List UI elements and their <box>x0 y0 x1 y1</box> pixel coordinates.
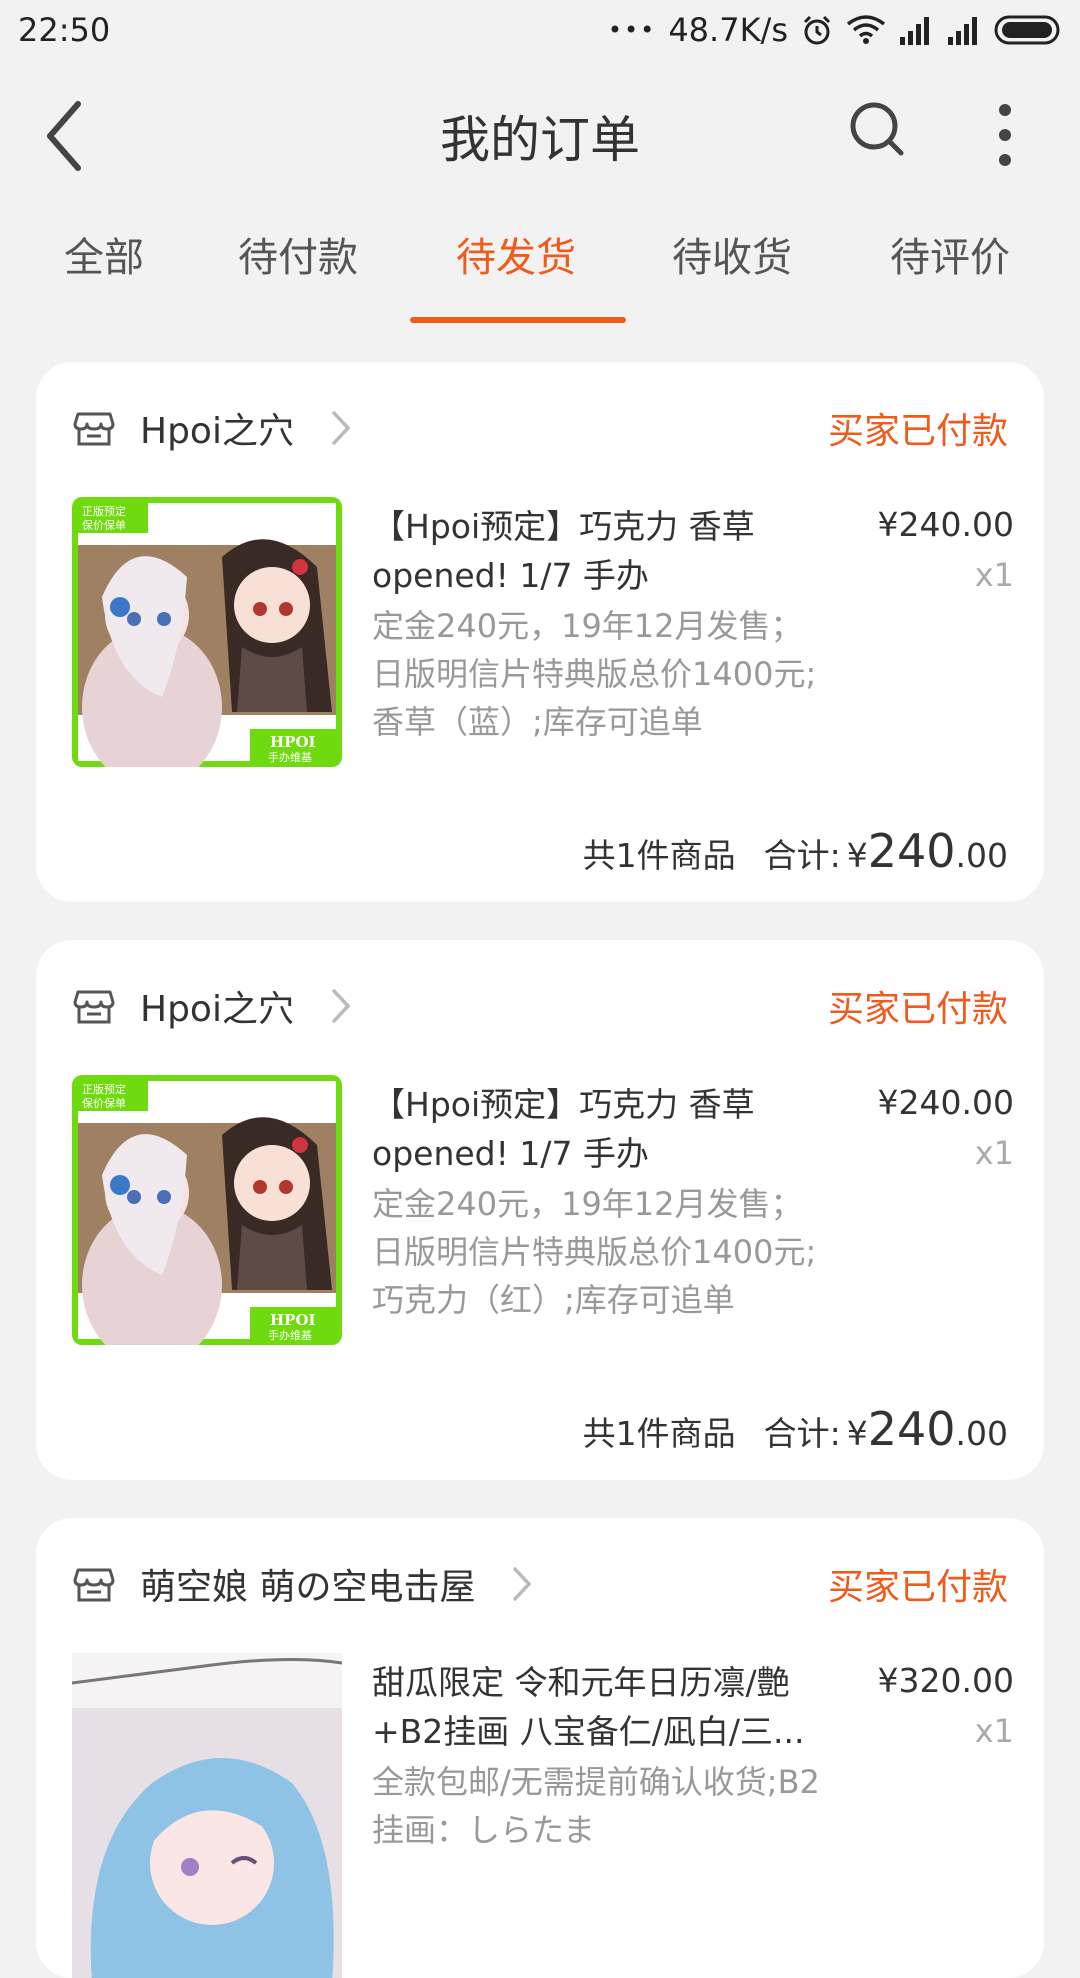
shop-name: 萌空娘 萌の空电击屋 <box>140 1567 476 1608</box>
shop-name: Hpoi之穴 <box>140 411 294 452</box>
total-amount-integer: 240 <box>867 824 956 878</box>
quantity: x1 <box>974 1134 1014 1172</box>
product-spec: 定金240元，19年12月发售；日版明信片特典版总价1400元;巧克力（红）;库… <box>372 1185 817 1319</box>
chevron-left-icon <box>47 101 81 171</box>
status-bar: 22:50 ••• 48.7K/s <box>0 0 1080 60</box>
svg-text:HPOI: HPOI <box>270 1311 316 1329</box>
order-card[interactable]: Hpoi之穴 买家已付款 正版预定 保价保单 HPOI 手办维基 【Hpoi预定… <box>36 940 1044 1480</box>
more-vertical-icon <box>999 104 1011 166</box>
total-currency: ¥ <box>846 1414 868 1453</box>
tab-pending-shipment[interactable]: 待发货 <box>456 225 576 283</box>
unit-price: ¥240.00 <box>877 1083 1014 1122</box>
order-summary: 共1件商品 合计: ¥ 240 .00 <box>583 1402 1008 1456</box>
active-tab-indicator <box>410 317 626 323</box>
svg-text:保价保单: 保价保单 <box>82 1096 126 1110</box>
svg-text:保价保单: 保价保单 <box>82 518 126 532</box>
total-amount-integer: 240 <box>867 1402 956 1456</box>
total-amount-decimal: .00 <box>955 836 1008 875</box>
quantity: x1 <box>974 556 1014 594</box>
svg-text:HPOI: HPOI <box>270 733 316 751</box>
shop-icon <box>73 990 115 1024</box>
unit-price: ¥320.00 <box>877 1661 1014 1700</box>
status-dots: ••• <box>607 16 657 44</box>
order-tabs: 全部 待付款 待发货 待收货 待评价 <box>0 225 1080 325</box>
product-spec: 定金240元，19年12月发售；日版明信片特典版总价1400元;香草（蓝）;库存… <box>372 607 817 741</box>
total-label: 合计: <box>763 836 841 875</box>
search-icon <box>850 102 904 156</box>
shop-link[interactable]: Hpoi之穴 <box>72 976 352 1036</box>
page-title: 我的订单 <box>440 111 640 169</box>
product-image: 正版预定 保价保单 HPOI 手办维基 <box>72 1075 342 1345</box>
thumb-badge-top: 正版预定 <box>82 504 126 518</box>
product-image <box>72 1653 342 1978</box>
signal-icon-2 <box>948 17 977 45</box>
order-status: 买家已付款 <box>827 1567 1008 1608</box>
search-button[interactable] <box>848 100 908 160</box>
alarm-icon <box>803 15 831 45</box>
svg-text:手办维基: 手办维基 <box>268 750 312 764</box>
shop-link[interactable]: Hpoi之穴 <box>72 398 352 458</box>
battery-icon <box>994 15 1060 45</box>
svg-text:手办维基: 手办维基 <box>268 1328 312 1342</box>
chevron-right-icon <box>513 1567 532 1601</box>
product-spec: 全款包邮/无需提前确认收货;B2挂画：しらたま <box>372 1763 820 1849</box>
quantity: x1 <box>974 1712 1014 1750</box>
product-title[interactable]: 【Hpoi预定】巧克力 香草 opened! 1/7 手办 <box>372 502 832 600</box>
product-title[interactable]: 甜瓜限定 令和元年日历凛/艶+B2挂画 八宝备仁/凪白/三... <box>372 1658 832 1756</box>
item-count: 共1件商品 <box>582 1414 736 1453</box>
order-summary: 共1件商品 合计: ¥ 240 .00 <box>583 824 1008 878</box>
shop-name: Hpoi之穴 <box>140 989 294 1030</box>
tab-pending-receipt[interactable]: 待收货 <box>672 225 792 283</box>
total-currency: ¥ <box>846 836 868 875</box>
header: 我的订单 <box>0 60 1080 210</box>
net-speed: 48.7K/s <box>668 11 788 49</box>
chevron-right-icon <box>332 411 351 445</box>
chevron-right-icon <box>332 989 351 1023</box>
product-thumbnail[interactable]: 正版预定 保价保单 HPOI 手办维基 <box>72 1075 342 1345</box>
product-thumbnail[interactable] <box>72 1653 342 1978</box>
order-card[interactable]: 萌空娘 萌の空电击屋 买家已付款 甜瓜限定 令和元年日历凛/艶+B2挂画 八宝备… <box>36 1518 1044 1978</box>
total-label: 合计: <box>763 1414 841 1453</box>
shop-icon <box>73 1568 115 1602</box>
wifi-icon <box>846 15 886 44</box>
product-image: 正版预定 保价保单 HPOI 手办维基 <box>72 497 342 767</box>
status-time: 22:50 <box>18 11 111 49</box>
order-card[interactable]: Hpoi之穴 买家已付款 正版预定 保价保单 HPOI 手办维基 【Hpoi预定… <box>36 362 1044 902</box>
product-thumbnail[interactable]: 正版预定 保价保单 HPOI 手办维基 <box>72 497 342 767</box>
svg-text:正版预定: 正版预定 <box>82 1082 126 1096</box>
order-status: 买家已付款 <box>827 989 1008 1030</box>
back-button[interactable] <box>40 96 90 176</box>
tab-pending-review[interactable]: 待评价 <box>890 225 1010 283</box>
tab-pending-payment[interactable]: 待付款 <box>238 225 358 283</box>
item-count: 共1件商品 <box>582 836 736 875</box>
unit-price: ¥240.00 <box>877 505 1014 544</box>
more-options-button[interactable] <box>990 100 1020 170</box>
shop-icon <box>73 412 115 446</box>
order-status: 买家已付款 <box>827 411 1008 452</box>
tab-all[interactable]: 全部 <box>64 225 144 283</box>
status-icons: ••• 48.7K/s <box>608 11 1064 49</box>
signal-icon <box>900 17 929 45</box>
shop-link[interactable]: 萌空娘 萌の空电击屋 <box>72 1554 533 1614</box>
total-amount-decimal: .00 <box>955 1414 1008 1453</box>
product-title[interactable]: 【Hpoi预定】巧克力 香草 opened! 1/7 手办 <box>372 1080 832 1178</box>
